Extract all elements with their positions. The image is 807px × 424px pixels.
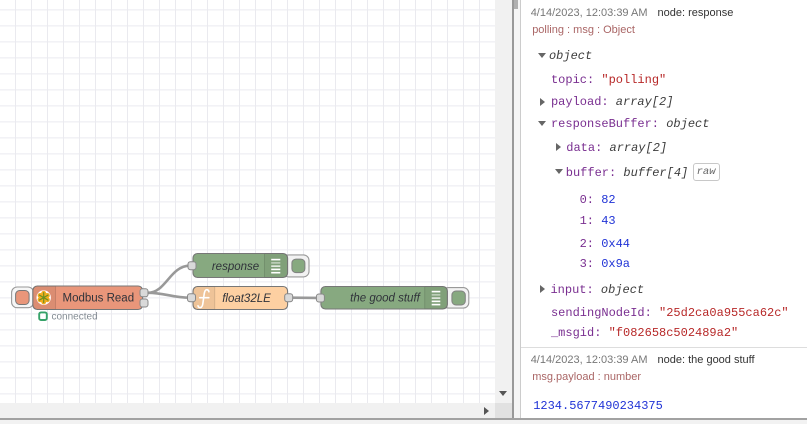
svg-text:response: response — [212, 261, 259, 273]
svg-text:Modbus Read: Modbus Read — [62, 293, 134, 305]
svg-text:connected: connected — [52, 311, 98, 322]
svg-text:the good stuff: the good stuff — [350, 293, 421, 305]
svg-text:float32LE: float32LE — [222, 293, 271, 305]
